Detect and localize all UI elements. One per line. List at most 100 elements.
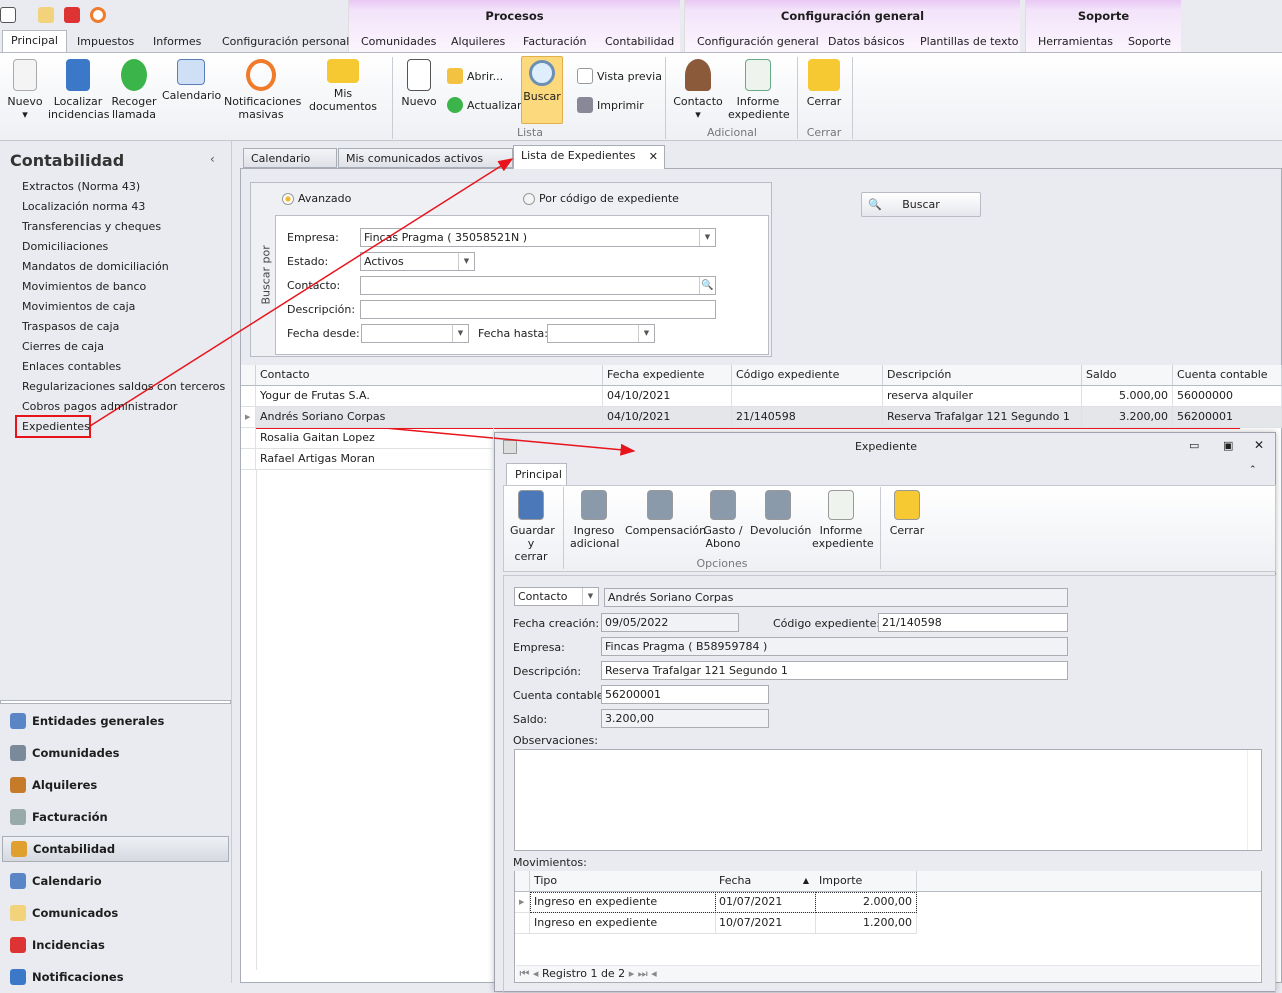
table-cell[interactable]: 04/10/2021 (603, 407, 732, 428)
recoger-llamada-button[interactable]: Recoger llamada (110, 59, 158, 121)
table-cell[interactable]: 21/140598 (732, 407, 883, 428)
scrollbar[interactable] (1247, 750, 1261, 850)
nav-item[interactable]: Entidades generales (10, 708, 164, 734)
doc-tab-calendario[interactable]: Calendario (243, 148, 337, 168)
table-cell[interactable]: Ingreso en expediente (530, 892, 716, 913)
nav-item[interactable]: Contabilidad (2, 836, 229, 862)
descripcion-input[interactable] (360, 300, 716, 319)
mov-column-header[interactable]: Importe (815, 871, 917, 892)
sidebar-item[interactable]: Movimientos de caja (22, 300, 135, 313)
row-indicator[interactable] (241, 449, 256, 470)
cerrar-ribbon-button[interactable]: Cerrar (803, 59, 845, 108)
tab-principal[interactable]: Principal (2, 30, 67, 53)
sidebar-item[interactable]: Extractos (Norma 43) (22, 180, 140, 193)
collapse-ribbon-icon[interactable]: ⌃ (1249, 465, 1257, 475)
abrir-button[interactable]: Abrir... (447, 68, 503, 84)
row-indicator[interactable] (515, 913, 530, 934)
dialog-button[interactable]: Gasto / Abono (703, 490, 743, 550)
table-cell[interactable]: Yogur de Frutas S.A. (256, 386, 603, 407)
tab-comunidades[interactable]: Comunidades (353, 32, 444, 52)
restore-button[interactable]: ▣ (1223, 439, 1233, 452)
fecha-hasta-input[interactable]: ▼ (547, 324, 655, 343)
imprimir-button[interactable]: Imprimir (577, 97, 644, 113)
tab-contabilidad[interactable]: Contabilidad (597, 32, 682, 52)
nav-item[interactable]: Incidencias (10, 932, 105, 958)
dialog-button[interactable]: Compensación (625, 490, 706, 537)
last-record-icon[interactable]: ⏭ (638, 967, 648, 980)
table-cell[interactable]: 10/07/2021 (715, 913, 816, 934)
app-icon[interactable] (0, 7, 16, 23)
mail-icon[interactable] (38, 7, 54, 23)
contacto-button[interactable]: Contacto ▾ (672, 59, 724, 121)
table-cell[interactable]: reserva alquiler (883, 386, 1082, 407)
prev-record-icon[interactable]: ◂ (533, 967, 539, 980)
tab-configuracion-general[interactable]: Configuración general (689, 32, 827, 52)
nav-item[interactable]: Notificaciones (10, 964, 124, 990)
radio-avanzado[interactable]: Avanzado (282, 192, 351, 205)
dialog-button[interactable]: Informe expediente (812, 490, 874, 550)
table-cell[interactable]: 56200001 (1173, 407, 1282, 428)
table-cell[interactable]: 56000000 (1173, 386, 1282, 407)
doc-tab-comunicados[interactable]: Mis comunicados activos (338, 148, 513, 168)
mis-documentos-button[interactable]: Mis documentos (302, 59, 384, 113)
table-cell[interactable]: Andrés Soriano Corpas (256, 407, 603, 428)
minimize-button[interactable]: ▭ (1189, 439, 1199, 452)
dialog-button[interactable]: Ingreso adicional (570, 490, 619, 550)
buscar-button[interactable]: 🔍 Buscar (861, 192, 981, 217)
sidebar-item[interactable]: Cierres de caja (22, 340, 104, 353)
tab-alquileres[interactable]: Alquileres (443, 32, 513, 52)
column-header[interactable]: Contacto (256, 365, 603, 386)
nav-item[interactable]: Facturación (10, 804, 108, 830)
tab-facturacion[interactable]: Facturación (515, 32, 594, 52)
table-cell[interactable] (732, 386, 883, 407)
next-record-icon[interactable]: ▸ (629, 967, 635, 980)
localizar-incidencias-button[interactable]: Localizar incidencias (48, 59, 109, 121)
dialog-button[interactable]: Cerrar (885, 490, 929, 537)
tab-impuestos[interactable]: Impuestos (69, 32, 142, 52)
observaciones-textarea[interactable] (514, 749, 1262, 851)
dialog-button[interactable]: Devolución (750, 490, 811, 537)
dialog-tab-principal[interactable]: Principal (506, 463, 567, 486)
table-cell[interactable]: Ingreso en expediente (530, 913, 716, 934)
table-cell[interactable]: Rosalia Gaitan Lopez (256, 428, 494, 449)
calendario-button[interactable]: Calendario (162, 59, 221, 102)
table-cell[interactable]: 5.000,00 (1082, 386, 1173, 407)
tab-informes[interactable]: Informes (145, 32, 209, 52)
table-cell[interactable]: 04/10/2021 (603, 386, 732, 407)
doc-tab-lista-expedientes[interactable]: Lista de Expedientes ✕ (513, 145, 665, 169)
row-indicator[interactable] (241, 386, 256, 407)
table-cell[interactable]: 1.200,00 (815, 913, 917, 934)
splitter[interactable] (0, 700, 231, 704)
vista-previa-button[interactable]: Vista previa (577, 68, 662, 84)
search-icon[interactable]: 🔍 (699, 277, 715, 294)
close-button[interactable]: ✕ (1254, 438, 1264, 452)
radio-por-codigo[interactable]: Por código de expediente (523, 192, 679, 205)
sidebar-item[interactable]: Domiciliaciones (22, 240, 108, 253)
tab-datos-basicos[interactable]: Datos básicos (820, 32, 913, 52)
column-header[interactable]: Saldo (1082, 365, 1173, 386)
estado-select[interactable]: Activos ▼ (360, 252, 475, 271)
sidebar-item[interactable]: Enlaces contables (22, 360, 121, 373)
column-header[interactable]: Fecha expediente (603, 365, 732, 386)
descripcion-field[interactable]: Reserva Trafalgar 121 Segundo 1 (601, 661, 1068, 680)
sidebar-item[interactable]: Expedientes (22, 420, 90, 433)
table-cell[interactable]: 01/07/2021 (715, 892, 816, 913)
mov-column-header[interactable]: Fecha ▲ (715, 871, 816, 892)
sidebar-item[interactable]: Localización norma 43 (22, 200, 145, 213)
buscar-ribbon-button[interactable]: Buscar (521, 56, 563, 124)
incidencias-icon[interactable] (64, 7, 80, 23)
sidebar-item[interactable]: Mandatos de domiciliación (22, 260, 169, 273)
notificaciones-masivas-button[interactable]: Notificaciones masivas (224, 59, 301, 121)
nuevo-lista-button[interactable]: Nuevo (398, 59, 440, 108)
column-header[interactable]: Descripción (883, 365, 1082, 386)
row-indicator[interactable]: ▶ (241, 407, 256, 428)
row-indicator[interactable] (241, 428, 256, 449)
scroll-left-icon[interactable]: ◂ (651, 967, 657, 980)
column-header[interactable]: Código expediente (732, 365, 883, 386)
sidebar-item[interactable]: Movimientos de banco (22, 280, 146, 293)
codigo-field[interactable]: 21/140598 (878, 613, 1068, 632)
tab-plantillas[interactable]: Plantillas de texto (912, 32, 1027, 52)
nav-item[interactable]: Comunicados (10, 900, 118, 926)
nuevo-button[interactable]: Nuevo ▾ (4, 59, 46, 121)
tab-soporte[interactable]: Soporte (1120, 32, 1179, 52)
